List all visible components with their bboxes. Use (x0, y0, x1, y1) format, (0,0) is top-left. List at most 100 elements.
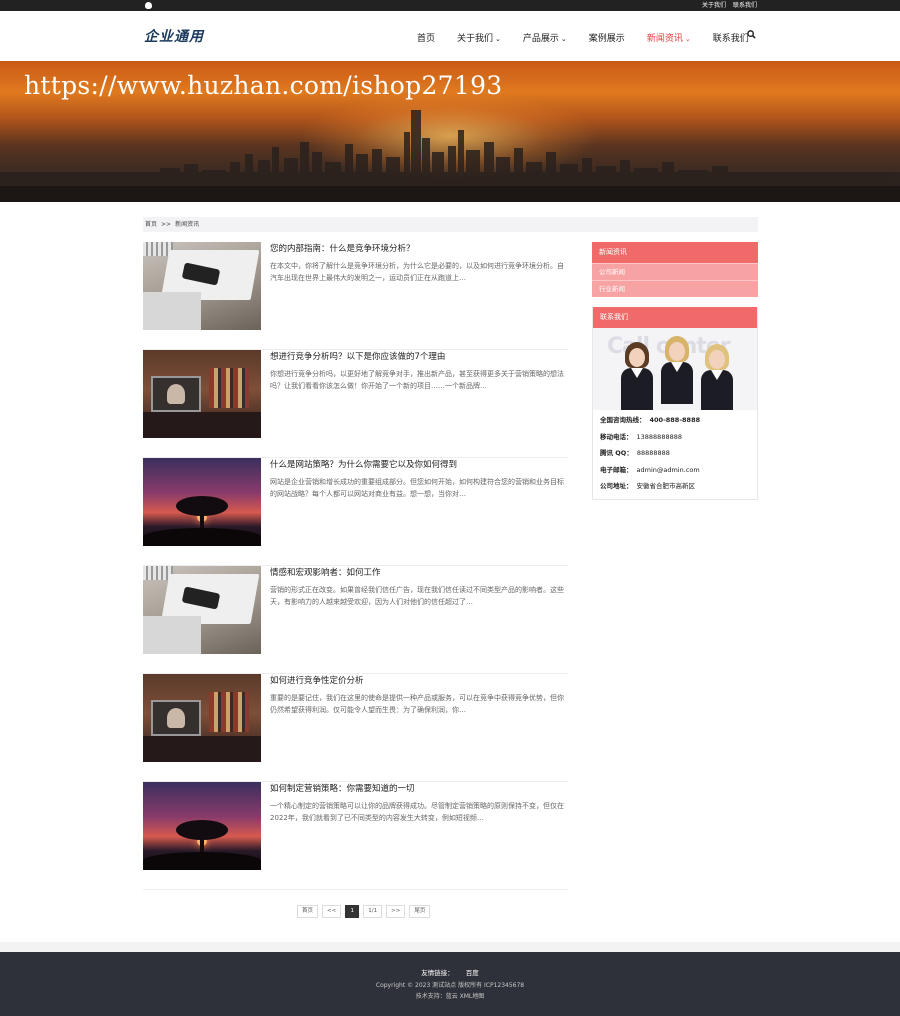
nav-label: 案例展示 (588, 34, 625, 44)
article-excerpt: 一个精心制定的营销策略可以让你的品牌获得成功。尽管制定营销策略的原则保持不变，但… (270, 802, 564, 822)
chevron-down-icon: ⌄ (495, 35, 501, 43)
article-thumbnail[interactable] (143, 242, 261, 330)
article-thumbnail[interactable] (143, 350, 261, 438)
monitor (151, 376, 201, 412)
contact-box: 联系我们 Call center 全国咨询热线：400-888-8888 移动电… (592, 307, 758, 500)
tree-sunset-image (143, 782, 261, 870)
nav-item-cases[interactable]: 案例展示 (589, 31, 625, 44)
article-excerpt: 营销的形式正在改变。如果曾经我们信任广告，现在我们信任读过不同类型产品的影响者。… (270, 586, 564, 606)
breadcrumb-current[interactable]: 新闻资讯 (175, 221, 199, 228)
nav-label: 产品展示 (522, 34, 559, 44)
breadcrumb: 首页 >> 新闻资讯 (143, 217, 758, 232)
article-title[interactable]: 想进行竞争分析吗？以下是你应该做的7个理由 (270, 350, 445, 362)
contact-row-qq: 腾讯 QQ： 88888888 (600, 445, 750, 462)
friend-links: 友情链接： 百度 (0, 967, 900, 977)
article-title[interactable]: 情感和宏观影响者：如何工作 (270, 566, 381, 578)
hero-banner: https://www.huzhan.com/ishop27193 (0, 61, 900, 202)
friend-links-label: 友情链接： (421, 969, 454, 977)
keyboard (143, 616, 201, 654)
chevron-down-icon: ⌄ (684, 35, 691, 43)
city-skyline-image (0, 110, 900, 202)
desk (143, 412, 261, 438)
page-first-button[interactable]: 首页 (297, 905, 319, 918)
contact-value: admin@admin.com (636, 465, 700, 474)
article-title[interactable]: 什么是网站策略？为什么你需要它以及你如何得到 (270, 458, 457, 470)
chevron-down-icon: ⌄ (560, 35, 567, 43)
top-links: 关于我们 联系我们 (697, 1, 757, 10)
article-thumbnail[interactable] (143, 674, 261, 762)
breadcrumb-home[interactable]: 首页 (145, 221, 157, 228)
contact-row-hotline: 全国咨询热线： 400-888-8888 (600, 412, 750, 429)
article-list: 您的内部指南：什么是竞争环境分析？ 在本文中，你将了解什么是竞争环境分析，为什么… (143, 242, 568, 890)
article-excerpt: 你想进行竞争分析吗，以更好地了解竞争对手，推出新产品，甚至获得更多关于营销策略的… (270, 370, 564, 390)
article-thumbnail[interactable] (143, 782, 261, 870)
nav-item-about[interactable]: 关于我们 ⌄ (457, 31, 501, 44)
article-thumbnail[interactable] (143, 458, 261, 546)
laptop-image (143, 566, 261, 654)
news-box-title[interactable]: 新闻资讯 (592, 242, 758, 263)
contact-label: 电子邮箱： (600, 465, 633, 474)
nav-label: 联系我们 (712, 34, 749, 44)
ground (143, 852, 261, 870)
tech-support[interactable]: 技术支持：蓝云 XML地图 (0, 991, 900, 1000)
copyright: Copyright © 2023 测试站点 版权所有 ICP12345678 (375, 982, 525, 989)
article-title[interactable]: 您的内部指南：什么是竞争环境分析？ (270, 242, 415, 254)
page-current-button[interactable]: 1 (345, 905, 360, 918)
search-icon[interactable] (747, 30, 756, 42)
contact-row-email: 电子邮箱： admin@admin.com (600, 462, 750, 479)
list-item: 如何进行竞争性定价分析 重要的是要记住，我们在这里的使命是提供一种产品或服务，可… (143, 674, 568, 782)
contact-label: 移动电话： (600, 432, 633, 441)
top-link-about[interactable]: 关于我们 (702, 2, 726, 9)
nav-label: 关于我们 (457, 34, 494, 44)
contact-label: 公司地址： (600, 482, 633, 490)
nav-item-news[interactable]: 新闻资讯 ⌄ (647, 31, 691, 44)
contact-box-title: 联系我们 (593, 307, 757, 328)
list-item: 如何制定营销策略：你需要知道的一切 一个精心制定的营销策略可以让你的品牌获得成功… (143, 782, 568, 890)
article-title[interactable]: 如何进行竞争性定价分析 (270, 674, 364, 686)
face (709, 350, 725, 369)
sidebar-item-company-news[interactable]: 公司新闻 (592, 263, 758, 280)
page-info: 1/1 (363, 905, 383, 918)
contact-value: 400-888-8888 (649, 416, 701, 424)
nav-item-home[interactable]: 首页 (417, 31, 435, 44)
top-link-contact[interactable]: 联系我们 (733, 2, 757, 9)
ground (143, 528, 261, 546)
call-center-image: Call center (593, 328, 757, 410)
article-excerpt: 重要的是要记住，我们在这里的使命是提供一种产品或服务，可以在竞争中获得竞争优势，… (270, 694, 564, 714)
footer-divider (0, 942, 900, 952)
page-prev-button[interactable]: << (322, 905, 342, 918)
page-next-button[interactable]: >> (386, 905, 406, 918)
contact-label: 全国咨询热线： (600, 416, 646, 424)
article-excerpt: 网站是企业营销和增长成功的重要组成部分。但您如何开始，如何构建符合您的营销和业务… (270, 478, 564, 498)
contact-label: 腾讯 QQ： (600, 449, 633, 457)
contact-info: 全国咨询热线： 400-888-8888 移动电话： 13888888888 腾讯 … (593, 410, 757, 499)
list-item: 情感和宏观影响者：如何工作 营销的形式正在改变。如果曾经我们信任广告，现在我们信… (143, 566, 568, 674)
tree-trunk (200, 512, 204, 528)
pagination: 首页 << 1 1/1 >> 尾页 (297, 905, 431, 918)
contact-value: 安徽省合肥市高新区 (636, 482, 696, 490)
books (209, 692, 249, 732)
tree-sunset-image (143, 458, 261, 546)
nav-label: 新闻资讯 (646, 34, 683, 44)
contact-value: 88888888 (636, 449, 670, 457)
news-category-box: 新闻资讯 公司新闻 行业新闻 (592, 242, 758, 297)
friend-link-baidu[interactable]: 百度 (466, 969, 479, 977)
tree-trunk (200, 836, 204, 852)
face (669, 342, 685, 361)
qq-icon[interactable] (145, 2, 152, 9)
keyboard (143, 292, 201, 330)
page-last-button[interactable]: 尾页 (409, 905, 431, 918)
article-title[interactable]: 如何制定营销策略：你需要知道的一切 (270, 782, 415, 794)
site-header: 企业通用 首页 关于我们 ⌄ 产品展示 ⌄ 案例展示 新闻资讯 ⌄ 联系我们 (0, 11, 900, 61)
breadcrumb-separator: >> (161, 221, 172, 228)
laptop-image (143, 242, 261, 330)
nav-item-contact[interactable]: 联系我们 (713, 31, 749, 44)
desk-image (143, 674, 261, 762)
agent-figure (699, 344, 735, 410)
article-thumbnail[interactable] (143, 566, 261, 654)
nav-item-products[interactable]: 产品展示 ⌄ (523, 31, 567, 44)
contact-value: 13888888888 (636, 432, 683, 441)
site-logo[interactable]: 企业通用 (144, 26, 204, 46)
sidebar-item-industry-news[interactable]: 行业新闻 (592, 280, 758, 297)
face (629, 348, 645, 367)
